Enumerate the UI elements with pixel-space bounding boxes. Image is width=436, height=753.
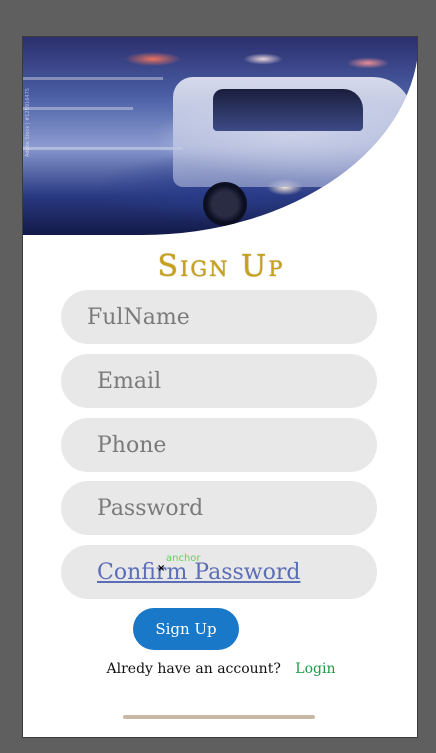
app-screen: Adobe Stock | #125916475 Sign Up FulName… [22,36,418,738]
login-link[interactable]: Login [295,661,335,677]
page-title: Sign Up [157,249,285,284]
image-watermark: Adobe Stock | #125916475 [25,88,31,157]
fullname-placeholder: FulName [87,304,190,330]
hero-ambulance-image: Adobe Stock | #125916475 [23,37,417,235]
email-field[interactable]: Email [61,354,377,408]
email-placeholder: Email [97,368,162,394]
anchor-debug-label: anchor [166,553,201,564]
login-prompt-row: Alredy have an account? Login [23,661,417,677]
light-streak [23,77,163,80]
ambulance-windshield [213,89,363,131]
login-prompt-text: Alredy have an account? [106,661,281,677]
anchor-cross-icon: × [157,563,166,574]
password-field[interactable]: Password [61,481,377,535]
ambulance-wheel [203,182,247,226]
sign-up-button[interactable]: Sign Up [133,608,239,650]
password-placeholder: Password [97,495,204,521]
phone-placeholder: Phone [97,432,167,458]
light-streak [23,107,133,110]
phone-field[interactable]: Phone [61,418,377,472]
fullname-field[interactable]: FulName [61,290,377,344]
light-streak [23,147,183,150]
confirm-password-field[interactable]: Confirm Password [61,545,377,599]
bottom-divider [123,715,315,719]
